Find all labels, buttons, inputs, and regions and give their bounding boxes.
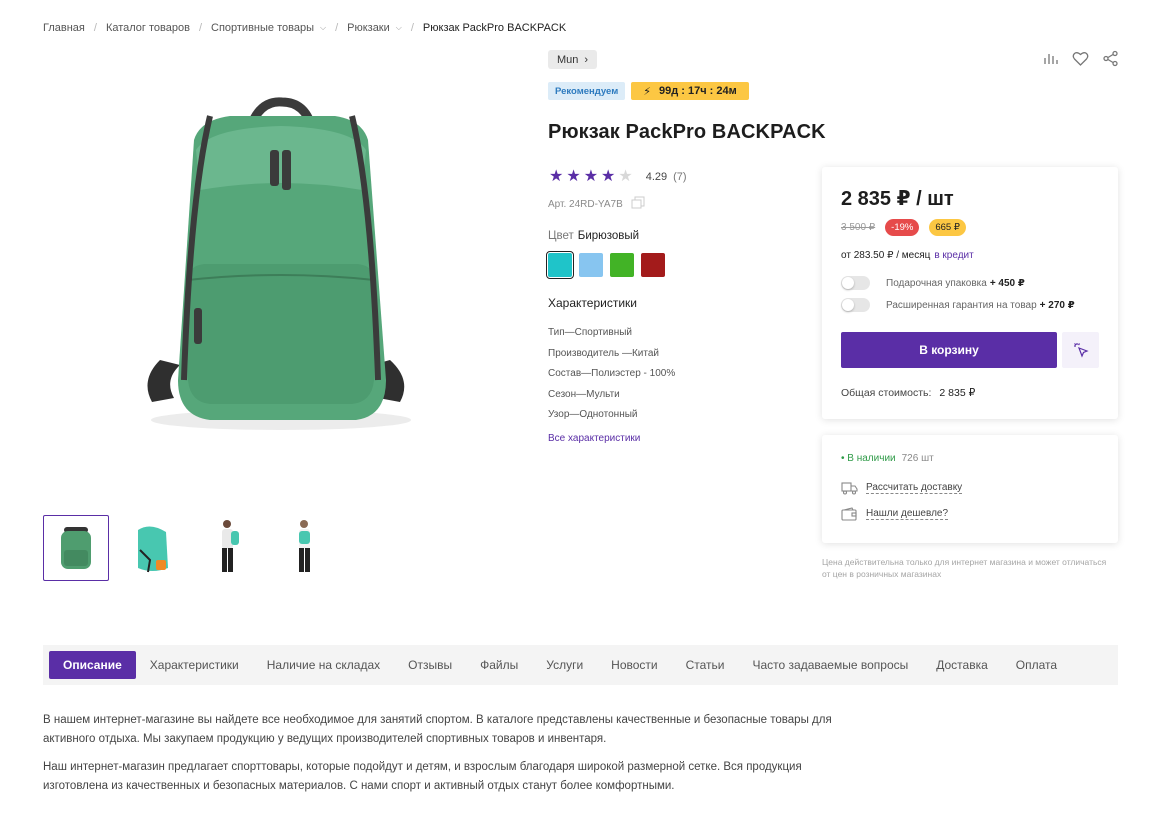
tab-stock[interactable]: Наличие на складах <box>253 651 394 679</box>
swatch-lightblue[interactable] <box>579 253 603 277</box>
tab-news[interactable]: Новости <box>597 651 671 679</box>
description: В нашем интернет-магазине вы найдете все… <box>43 711 863 795</box>
gift-wrap-toggle[interactable] <box>841 276 870 290</box>
tab-description[interactable]: Описание <box>49 651 136 679</box>
wallet-icon <box>841 507 857 521</box>
tab-reviews[interactable]: Отзывы <box>394 651 466 679</box>
tab-files[interactable]: Файлы <box>466 651 532 679</box>
star-icon: ★ <box>601 168 616 185</box>
product-main-image[interactable] <box>100 80 462 438</box>
breadcrumb-home[interactable]: Главная <box>43 22 85 34</box>
brand-link[interactable]: Mun › <box>548 50 598 69</box>
rating[interactable]: ★ ★ ★ ★ ★ 4.29 (7) <box>549 169 687 185</box>
heart-icon[interactable] <box>1072 50 1089 67</box>
tab-payment[interactable]: Оплата <box>1002 651 1071 679</box>
bonus-badge: 665 ₽ <box>929 219 966 236</box>
product-actions <box>1042 50 1119 67</box>
all-specs-link[interactable]: Все характеристики <box>548 433 640 444</box>
person-thumb-icon <box>222 520 239 572</box>
thumbnail-3[interactable] <box>195 515 261 581</box>
rating-value: 4.29 <box>645 171 668 183</box>
backpack-thumb-icon <box>61 527 91 569</box>
breadcrumb-separator: / <box>335 22 339 34</box>
truck-icon <box>841 482 858 495</box>
add-to-cart-button[interactable]: В корзину <box>841 332 1057 368</box>
specs-list: Тип—Спортивный Производитель —Китай Сост… <box>548 323 675 426</box>
spec-item: Производитель —Китай <box>548 347 659 359</box>
chevron-right-icon: › <box>584 53 589 66</box>
found-cheaper-link[interactable]: Нашли дешевле? <box>841 507 949 521</box>
compare-icon[interactable] <box>1042 50 1059 67</box>
color-value: Бирюзовый <box>577 230 640 242</box>
timer-badge: ⚡ 99д : 17ч : 24м <box>631 82 749 100</box>
cursor-click-icon <box>1073 343 1089 358</box>
description-paragraph: В нашем интернет-магазине вы найдете все… <box>43 714 832 745</box>
stock-status: • В наличии 726 шт <box>841 453 934 464</box>
total-cost: Общая стоимость: 2 835 ₽ <box>841 387 976 399</box>
breadcrumb-sport[interactable]: Спортивные товары ⌵ <box>211 22 326 34</box>
swatch-green[interactable] <box>610 253 634 277</box>
swatch-red[interactable] <box>641 253 665 277</box>
star-icon: ★ <box>566 168 581 185</box>
tab-articles[interactable]: Статьи <box>672 651 739 679</box>
badge-row: Рекомендуем ⚡ 99д : 17ч : 24м <box>548 82 749 100</box>
warranty-option[interactable]: Расширенная гарантия на товар + 270 ₽ <box>841 298 1075 312</box>
tab-services[interactable]: Услуги <box>532 651 597 679</box>
spec-item: Сезон—Мульти <box>548 388 620 400</box>
old-price-row: 3 500 ₽ -19% 665 ₽ <box>841 219 966 236</box>
stock-qty: 726 шт <box>901 453 934 464</box>
tab-faq[interactable]: Часто задаваемые вопросы <box>739 651 923 679</box>
star-empty-icon: ★ <box>618 168 633 185</box>
thumbnail-strip <box>43 515 337 581</box>
price-main: 2 835 ₽ / шт <box>841 188 954 210</box>
tab-delivery[interactable]: Доставка <box>922 651 1002 679</box>
thumbnail-4[interactable] <box>271 515 337 581</box>
stock-card: • В наличии 726 шт Рассчитать доставку На… <box>822 435 1118 543</box>
specs-title: Характеристики <box>548 296 637 310</box>
calc-delivery-link[interactable]: Рассчитать доставку <box>841 481 963 495</box>
breadcrumb-catalog[interactable]: Каталог товаров <box>106 22 190 34</box>
lightning-icon: ⚡ <box>643 85 651 98</box>
chevron-down-icon[interactable]: ⌵ <box>320 23 326 33</box>
thumbnail-2[interactable] <box>119 515 185 581</box>
breadcrumb-separator: / <box>410 22 414 34</box>
product-tabs: Описание Характеристики Наличие на склад… <box>43 645 1118 685</box>
spec-item: Узор—Однотонный <box>548 409 638 420</box>
rating-count[interactable]: (7) <box>673 171 686 183</box>
swatch-turquoise[interactable] <box>546 251 574 279</box>
credit-link[interactable]: в кредит <box>934 250 973 261</box>
price-card: 2 835 ₽ / шт 3 500 ₽ -19% 665 ₽ от 283.5… <box>822 167 1118 419</box>
product-title: Рюкзак PackPro BACKPACK <box>548 121 826 143</box>
backpack-side-thumb-icon <box>138 526 168 573</box>
old-price: 3 500 ₽ <box>841 222 876 233</box>
spec-item: Тип—Спортивный <box>548 327 632 338</box>
discount-badge: -19% <box>885 219 920 236</box>
tab-characteristics[interactable]: Характеристики <box>136 651 253 679</box>
breadcrumb: Главная / Каталог товаров / Спортивные т… <box>43 22 566 34</box>
person-back-thumb-icon <box>299 520 310 572</box>
credit-info: от 283.50 ₽ / месяц в кредит <box>841 250 974 261</box>
recommend-badge: Рекомендуем <box>548 82 626 100</box>
color-swatches <box>546 251 665 279</box>
breadcrumb-separator: / <box>198 22 202 34</box>
star-icon: ★ <box>549 168 564 185</box>
breadcrumb-backpacks[interactable]: Рюкзаки ⌵ <box>347 22 402 34</box>
copy-icon[interactable] <box>631 196 645 212</box>
chevron-down-icon[interactable]: ⌵ <box>396 23 402 33</box>
one-click-buy-button[interactable] <box>1062 332 1099 368</box>
price-disclaimer: Цена действительна только для интернет м… <box>822 557 1107 579</box>
sku: Арт. 24RD-YA7B <box>548 196 645 212</box>
color-label: Цвет Бирюзовый <box>548 230 640 242</box>
share-icon[interactable] <box>1102 50 1119 67</box>
breadcrumb-separator: / <box>93 22 97 34</box>
gift-wrap-option[interactable]: Подарочная упаковка + 450 ₽ <box>841 276 1025 290</box>
warranty-toggle[interactable] <box>841 298 870 312</box>
breadcrumb-current: Рюкзак PackPro BACKPACK <box>422 22 567 34</box>
backpack-image <box>147 97 411 430</box>
thumbnail-1[interactable] <box>43 515 109 581</box>
star-icon: ★ <box>583 168 599 185</box>
description-paragraph: Наш интернет-магазин предлагает спорттов… <box>43 761 802 792</box>
spec-item: Состав—Полиэстер - 100% <box>548 368 676 379</box>
